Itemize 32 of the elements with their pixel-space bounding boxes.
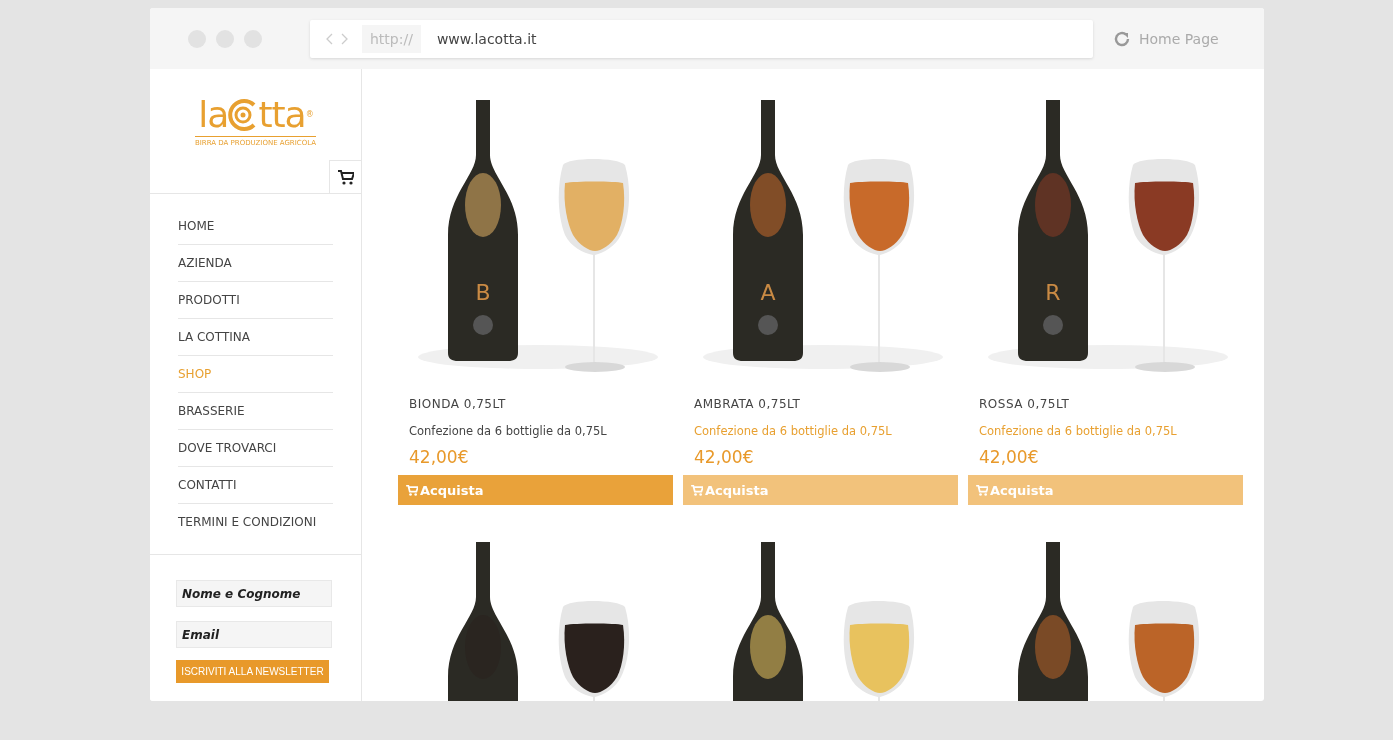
product-name[interactable]: BIONDA 0,75LT <box>398 387 673 411</box>
address-bar[interactable]: http:// www.lacotta.it <box>310 19 1093 58</box>
product-description: Confezione da 6 bottiglie da 0,75L <box>693 423 893 438</box>
cart-icon <box>976 484 988 496</box>
bottle-letter: A <box>760 280 776 305</box>
cart-button[interactable] <box>329 160 361 193</box>
url-scheme: http:// <box>362 24 421 53</box>
email-field[interactable]: Email <box>176 621 332 648</box>
nav-item[interactable]: TERMINI E CONDIZIONI <box>178 504 333 540</box>
cart-icon <box>406 484 418 496</box>
product-description: Confezione da 6 bottiglie da 0,75L <box>978 423 1178 438</box>
product-price: 42,00€ <box>978 446 1040 467</box>
nav-item[interactable]: AZIENDA <box>178 245 333 282</box>
nav-item[interactable]: PRODOTTI <box>178 282 333 319</box>
url-text: www.lacotta.it <box>436 30 537 47</box>
nav-item[interactable]: CONTATTI <box>178 467 333 504</box>
name-field[interactable]: Nome e Cognome <box>176 580 332 607</box>
product-price: 42,00€ <box>408 446 470 467</box>
nav-item[interactable]: BRASSERIE <box>178 393 333 430</box>
nav-item[interactable]: HOME <box>178 208 333 245</box>
reload-icon[interactable] <box>1113 29 1131 48</box>
nav-item[interactable]: LA COTTINA <box>178 319 333 356</box>
product-price: 42,00€ <box>693 446 755 467</box>
cart-icon <box>691 484 703 496</box>
bottle-letter: R <box>1045 280 1061 305</box>
product-name[interactable]: AMBRATA 0,75LT <box>683 387 958 411</box>
product-description: Confezione da 6 bottiglie da 0,75L <box>408 423 608 438</box>
back-forward-icon[interactable] <box>326 32 348 45</box>
product-name[interactable]: ROSSA 0,75LT <box>968 387 1243 411</box>
cart-icon <box>337 169 354 185</box>
bottle-letter: B <box>475 280 491 305</box>
nav-item[interactable]: DOVE TROVARCI <box>178 430 333 467</box>
